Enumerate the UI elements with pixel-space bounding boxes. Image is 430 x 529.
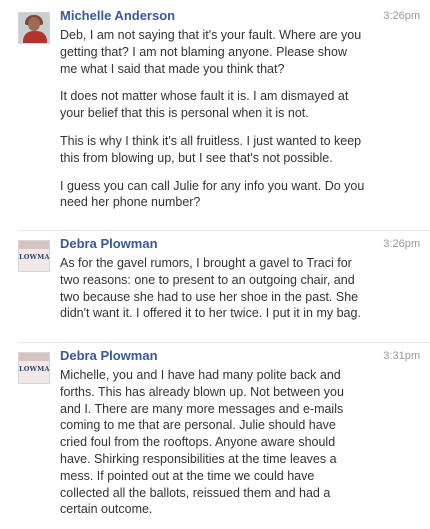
avatar[interactable]: LOWMA — [18, 240, 50, 272]
avatar-logo-band — [19, 241, 49, 249]
message-body: As for the gavel rumors, I brought a gav… — [60, 255, 366, 333]
message-body: Michelle, you and I have had many polite… — [60, 367, 366, 529]
avatar-logo-text: LOWMA — [19, 253, 50, 261]
avatar-body-shape — [23, 31, 47, 43]
message-paragraph: I guess you can call Julie for any info … — [60, 178, 365, 210]
sender-name[interactable]: Michelle Anderson — [60, 8, 175, 24]
message-divider — [18, 342, 430, 343]
sender-name[interactable]: Debra Plowman — [60, 236, 158, 252]
message-paragraph: Michelle, you and I have had many polite… — [60, 368, 344, 517]
sender-name[interactable]: Debra Plowman — [60, 348, 158, 364]
avatar[interactable] — [18, 12, 50, 44]
message-divider — [18, 230, 430, 231]
avatar-logo-text: LOWMA — [19, 365, 50, 373]
message-timestamp: 3:31pm — [383, 350, 420, 362]
avatar[interactable]: LOWMA — [18, 352, 50, 384]
avatar-logo-band — [19, 353, 49, 361]
message-timestamp: 3:26pm — [383, 10, 420, 22]
message-paragraph: It does not matter whose fault it is. I … — [60, 89, 349, 121]
message-paragraph: Deb, I am not saying that it's your faul… — [60, 28, 362, 76]
message-paragraph: This is why I think it's all fruitless. … — [60, 133, 362, 165]
message-thread: Michelle Anderson 3:26pm Deb, I am not s… — [0, 0, 430, 527]
avatar-head-shape — [28, 17, 40, 31]
message-paragraph: As for the gavel rumors, I brought a gav… — [60, 256, 361, 321]
message-body: Deb, I am not saying that it's your faul… — [60, 27, 366, 222]
message-timestamp: 3:26pm — [383, 238, 420, 250]
